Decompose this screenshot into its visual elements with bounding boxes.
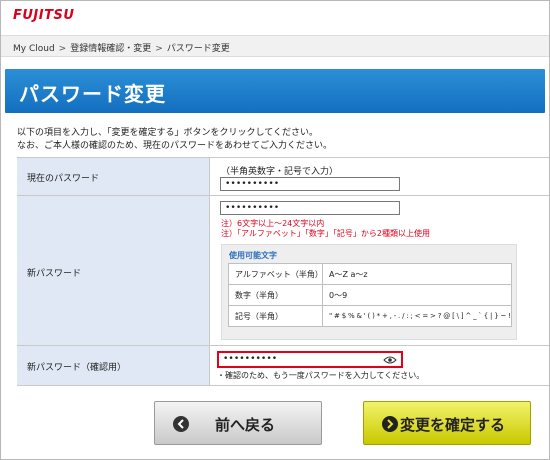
intro-line-2: なお、ご本人様の確認のため、現在のパスワードをあわせてご入力ください。 [17, 141, 333, 151]
chars-alpha-label: アルファベット（半角） [228, 263, 323, 285]
chars-digit-label: 数字（半角） [228, 284, 323, 306]
breadcrumb-separator: > [155, 44, 163, 54]
site-header: FUJITSU [1, 1, 549, 35]
confirm-password-value: •••••••••• [223, 354, 278, 364]
back-button[interactable]: 前へ戻る [154, 401, 322, 445]
confirm-change-button[interactable]: 変更を確定する [363, 401, 531, 445]
password-form: 現在のパスワード （半角英数字・記号で入力） •••••••••• 新パスワード… [17, 157, 549, 386]
chars-symbol-label: 記号（半角） [228, 305, 323, 327]
table-row: 記号（半角） " # $ % & ' ( ) * + , - . / : ; <… [228, 305, 512, 327]
new-password-row: 新パスワード •••••••••• 注）6文字以上～24文字以内 注）「アルファ… [17, 196, 549, 346]
current-password-hint: （半角英数字・記号で入力） [221, 167, 339, 177]
back-button-label: 前へ戻る [215, 416, 276, 434]
breadcrumb-account-info[interactable]: 登録情報確認・変更 [70, 44, 151, 54]
arrow-right-icon [382, 416, 398, 432]
allowed-chars-box: 使用可能文字 アルファベット（半角） A～Z a～z 数字（半角） 0～9 記号… [221, 244, 517, 340]
confirm-password-label: 新パスワード（確認用） [27, 363, 127, 373]
confirm-password-label-cell: 新パスワード（確認用） [17, 346, 210, 385]
arrow-left-icon [173, 416, 189, 432]
chars-symbol-value: " # $ % & ' ( ) * + , - . / : ; < = > ? … [322, 305, 512, 327]
new-password-input[interactable]: •••••••••• [220, 201, 400, 215]
length-note: 注）6文字以上～24文字以内 [221, 219, 325, 228]
page-title-bar: パスワード変更 [5, 69, 545, 113]
breadcrumb-current: パスワード変更 [166, 44, 230, 54]
confirm-change-button-label: 変更を確定する [400, 416, 506, 434]
chars-alpha-value: A～Z a～z [322, 263, 512, 285]
confirm-password-input[interactable]: •••••••••• [217, 351, 403, 368]
show-password-eye-icon[interactable] [383, 355, 397, 365]
page-frame: FUJITSU My Cloud > 登録情報確認・変更 > パスワード変更 パスワード… [0, 0, 550, 460]
current-password-value-cell: （半角英数字・記号で入力） •••••••••• [211, 158, 549, 195]
confirm-password-note: ・確認のため、もう一度パスワードを入力してください。 [217, 371, 425, 380]
intro-text: 以下の項目を入力し、「変更を確定する」ボタンをクリックしてください。 なお、ご本… [17, 127, 537, 153]
chars-digit-value: 0～9 [322, 284, 512, 306]
confirm-password-value-cell: •••••••••• ・確認のため、もう一度パスワードを入力してください。 [211, 346, 549, 385]
intro-line-1: 以下の項目を入力し、「変更を確定する」ボタンをクリックしてください。 [17, 128, 318, 138]
new-password-label-cell: 新パスワード [17, 196, 210, 345]
page-title: パスワード変更 [19, 82, 166, 106]
breadcrumb-bar: My Cloud > 登録情報確認・変更 > パスワード変更 [1, 35, 549, 57]
breadcrumb: My Cloud > 登録情報確認・変更 > パスワード変更 [13, 41, 230, 54]
table-row: アルファベット（半角） A～Z a～z [228, 263, 512, 285]
char-type-note: 注）「アルファベット」「数字」「記号」から2種類以上使用 [221, 229, 431, 238]
new-password-label: 新パスワード [27, 269, 82, 279]
new-password-value-cell: •••••••••• 注）6文字以上～24文字以内 注）「アルファベット」「数字… [211, 196, 549, 345]
breadcrumb-my-cloud[interactable]: My Cloud [13, 44, 55, 54]
allowed-chars-table: アルファベット（半角） A～Z a～z 数字（半角） 0～9 記号（半角） " … [228, 263, 512, 327]
current-password-label: 現在のパスワード [27, 174, 100, 184]
allowed-chars-title: 使用可能文字 [229, 251, 277, 260]
current-password-row: 現在のパスワード （半角英数字・記号で入力） •••••••••• [17, 158, 549, 196]
confirm-password-row: 新パスワード（確認用） •••••••••• ・確認のため、もう一度パスワードを… [17, 346, 549, 386]
current-password-label-cell: 現在のパスワード [17, 158, 210, 195]
current-password-input[interactable]: •••••••••• [220, 177, 400, 191]
fujitsu-logo: FUJITSU [13, 8, 75, 23]
breadcrumb-separator: > [58, 44, 67, 54]
table-row: 数字（半角） 0～9 [228, 284, 512, 306]
